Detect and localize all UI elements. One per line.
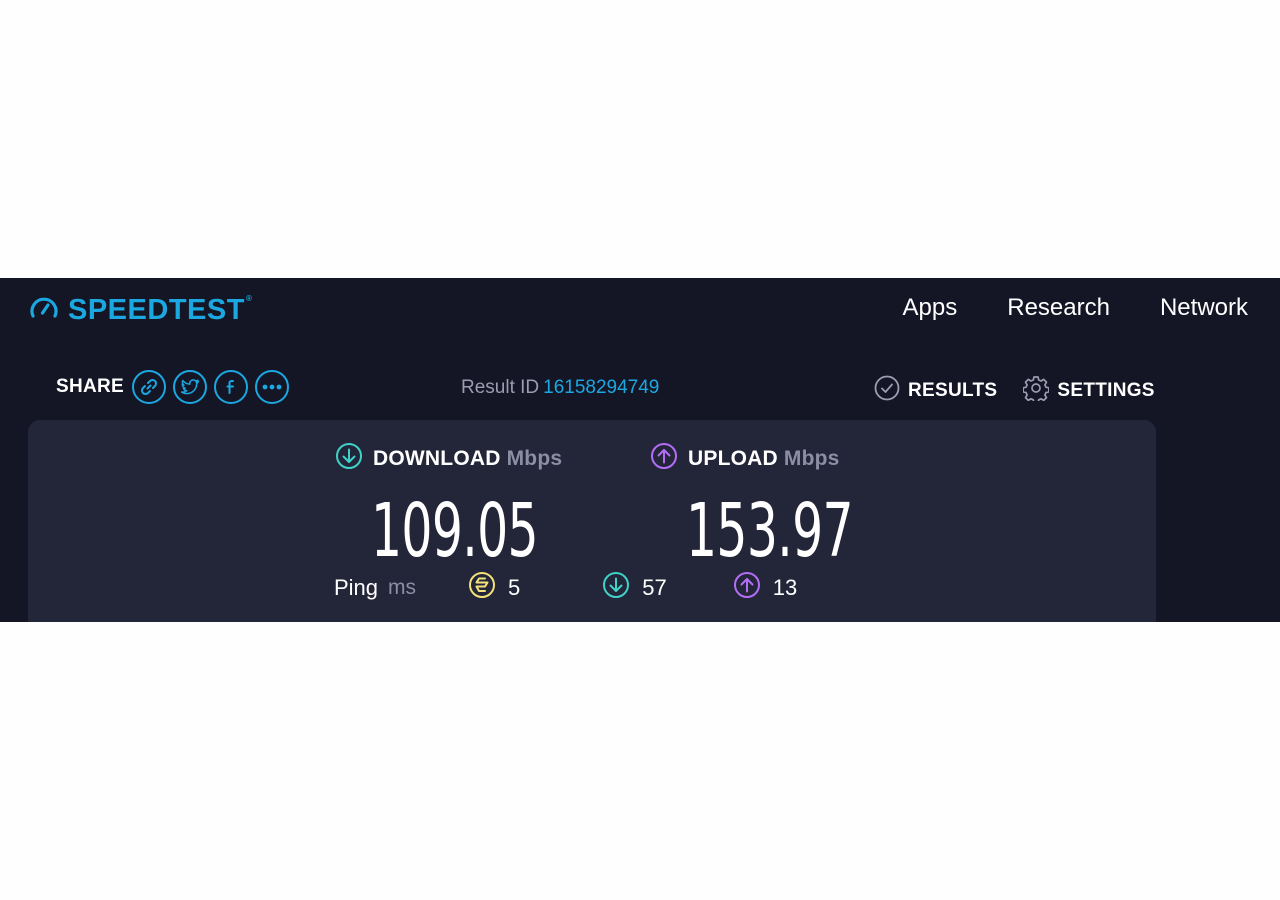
upload-label: UPLOAD [688, 447, 778, 470]
ping-unit: ms [388, 576, 417, 599]
result-tools: RESULTS SETTINGS [874, 375, 1155, 407]
main-nav: Apps Research Network [903, 292, 1248, 324]
ping-download-value: 57 [642, 575, 667, 600]
share-bar: SHARE [56, 370, 296, 404]
gear-icon [1022, 375, 1051, 407]
download-unit: Mbps [506, 447, 563, 470]
speedtest-logo[interactable]: SPEEDTEST® [28, 292, 252, 329]
nav-network[interactable]: Network [1160, 292, 1248, 324]
ping-row: Ping ms 5 57 13 [334, 571, 797, 605]
link-icon[interactable] [132, 370, 167, 404]
facebook-icon[interactable] [214, 370, 249, 404]
share-label: SHARE [56, 376, 125, 397]
result-id-link[interactable]: 16158294749 [543, 377, 659, 398]
ping-idle-value: 5 [508, 575, 521, 600]
logo-text: SPEEDTEST® [68, 294, 253, 326]
check-circle-icon [874, 375, 900, 407]
download-arrow-icon [335, 442, 363, 476]
nav-research[interactable]: Research [1007, 292, 1110, 324]
settings-button[interactable]: SETTINGS [1022, 375, 1155, 407]
ping-download-icon [602, 571, 630, 605]
upload-value: 153.97 [686, 488, 854, 574]
nav-apps[interactable]: Apps [903, 292, 958, 324]
result-id-label: Result ID [461, 377, 540, 398]
speedtest-window: SPEEDTEST® Apps Research Network SHARE R… [0, 278, 1280, 622]
download-metric: DOWNLOAD Mbps 109.05 [335, 442, 624, 568]
upload-metric: UPLOAD Mbps 153.97 [650, 442, 939, 568]
results-panel: DOWNLOAD Mbps 109.05 UPLOAD Mbps 153.97 [28, 420, 1156, 622]
ping-upload-value: 13 [772, 575, 798, 600]
upload-unit: Mbps [783, 447, 840, 470]
upload-arrow-icon [650, 442, 678, 476]
results-button[interactable]: RESULTS [874, 375, 997, 407]
twitter-icon[interactable] [173, 370, 208, 404]
ping-download: 57 [602, 571, 667, 605]
results-label: RESULTS [908, 380, 998, 401]
settings-label: SETTINGS [1057, 380, 1155, 401]
speedometer-icon [28, 292, 60, 329]
latency-idle-icon [468, 571, 496, 605]
download-label: DOWNLOAD [373, 447, 501, 470]
download-value: 109.05 [371, 488, 539, 574]
ping-upload: 13 [733, 571, 797, 605]
ping-idle: 5 [468, 571, 520, 605]
result-id: Result ID 16158294749 [461, 377, 659, 399]
ping-label: Ping [334, 575, 379, 600]
ping-upload-icon [733, 571, 761, 605]
more-icon[interactable] [255, 370, 290, 404]
